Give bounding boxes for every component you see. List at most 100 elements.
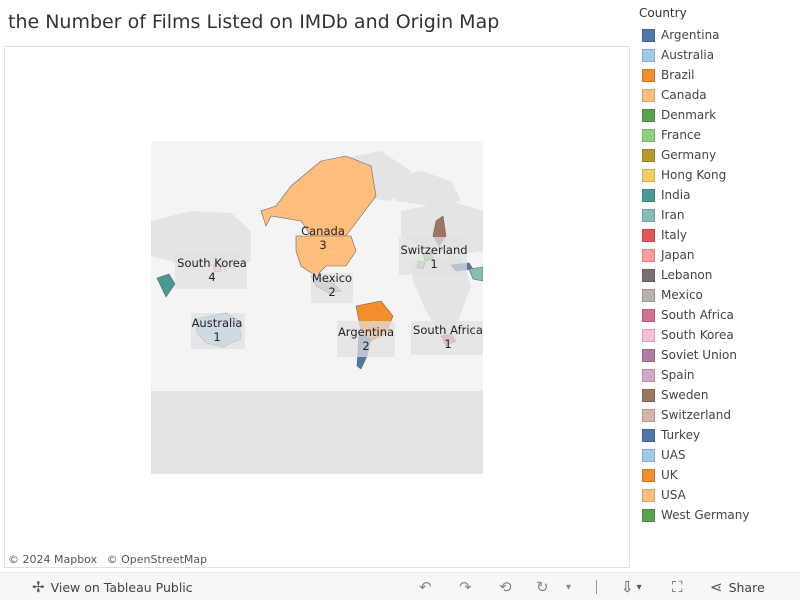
view-on-tableau-public-label: View on Tableau Public [50,579,193,595]
legend-item-label: Japan [661,248,695,262]
legend-item-label: UK [661,468,678,482]
legend-item[interactable]: USA [639,485,799,505]
map-label-canada: Canada 3 [301,224,345,252]
legend-item[interactable]: Argentina [639,25,799,45]
legend-item[interactable]: Soviet Union [639,345,799,365]
page-title: the Number of Films Listed on IMDb and O… [8,11,500,33]
legend-item[interactable]: Sweden [639,385,799,405]
legend-item-label: Germany [661,148,717,162]
legend-item[interactable]: France [639,125,799,145]
legend-item[interactable]: Australia [639,45,799,65]
map-label-name: Mexico [311,271,353,285]
legend-item-label: Spain [661,368,695,382]
map-label-value: 3 [319,238,327,252]
world-map-svg [151,151,483,474]
map-label-name: Canada [301,224,345,238]
legend-item[interactable]: Brazil [639,65,799,85]
revert-button[interactable]: ⟲ [499,573,512,601]
legend-item-label: Italy [661,228,688,242]
tableau-logo-icon: ✢ [32,578,45,596]
legend-title: Country [639,6,687,20]
legend-item[interactable]: UAS [639,445,799,465]
mapbox-attribution-link[interactable]: © 2024 Mapbox [8,553,97,566]
map-label-switzerland: Switzerland 1 [399,243,469,271]
legend-item-label: France [661,128,701,142]
legend-item-label: Lebanon [661,268,713,282]
legend-item[interactable]: South Korea [639,325,799,345]
legend-item-label: West Germany [661,508,750,522]
map-label-mexico: Mexico 2 [310,271,354,299]
download-button[interactable]: ⇩ ▾ [621,573,642,601]
legend-item[interactable]: India [639,185,799,205]
toolbar-divider [596,580,597,594]
legend-item-label: Australia [661,48,715,62]
legend-swatch [642,408,655,422]
legend-item[interactable]: West Germany [639,505,799,525]
legend-swatch [642,68,655,82]
map-view[interactable] [151,141,483,474]
legend-swatch [642,48,655,62]
legend-item-label: Denmark [661,108,717,122]
tableau-toolbar: ✢ View on Tableau Public ↶ ↷ ⟲ ↻ ▾ ⇩ ▾ ⛶… [0,572,800,600]
legend-swatch [642,288,655,302]
india-shape[interactable] [156,273,176,298]
legend-swatch [642,508,655,522]
legend-item[interactable]: Spain [639,365,799,385]
legend-item[interactable]: Switzerland [639,405,799,425]
legend-item-label: Hong Kong [661,168,727,182]
antarctica-shape [151,391,483,474]
country-legend: Country Argentina Australia Brazil Canada De… [639,6,799,525]
legend-item-label: UAS [661,448,686,462]
map-label-value: 2 [362,339,370,353]
legend-item-label: Mexico [661,288,703,302]
legend-item[interactable]: Canada [639,85,799,105]
legend-swatch [642,208,655,222]
redo-icon: ↷ [459,578,472,596]
legend-swatch [642,228,655,242]
view-on-tableau-public-link[interactable]: ✢ View on Tableau Public [32,573,193,601]
refresh-dropdown-button[interactable]: ▾ [566,573,571,601]
legend-swatch [642,388,655,402]
legend-item[interactable]: UK [639,465,799,485]
legend-swatch [642,448,655,462]
undo-icon: ↶ [419,578,432,596]
legend-swatch [642,108,655,122]
map-label-value: 1 [213,330,221,344]
caret-down-icon: ▾ [636,581,642,593]
map-label-value: 1 [444,337,452,351]
share-icon: ⋖ [710,578,723,596]
map-label-value: 4 [208,270,216,284]
map-label-name: South Africa [413,323,483,337]
legend-swatch [642,188,655,202]
legend-item-label: Brazil [661,68,695,82]
legend-item[interactable]: Iran [639,205,799,225]
map-label-south-africa: South Africa 1 [412,323,484,351]
refresh-button[interactable]: ↻ [536,573,549,601]
osm-attribution-link[interactable]: © OpenStreetMap [107,553,208,566]
legend-item[interactable]: Mexico [639,285,799,305]
legend-item[interactable]: Turkey [639,425,799,445]
fullscreen-button[interactable]: ⛶ [672,573,683,601]
legend-item[interactable]: South Africa [639,305,799,325]
legend-swatch [642,268,655,282]
map-label-name: Switzerland [400,243,468,257]
caret-down-icon: ▾ [566,581,572,593]
map-label-name: Australia [191,316,243,330]
legend-item-label: Iran [661,208,685,222]
legend-item-label: Argentina [661,28,720,42]
legend-item[interactable]: Japan [639,245,799,265]
share-button[interactable]: ⋖ Share [710,573,765,601]
redo-button[interactable]: ↷ [459,573,472,601]
map-attribution: © 2024 Mapbox © OpenStreetMap [8,553,213,566]
revert-icon: ⟲ [499,578,512,596]
legend-item[interactable]: Germany [639,145,799,165]
legend-item[interactable]: Hong Kong [639,165,799,185]
legend-item[interactable]: Italy [639,225,799,245]
legend-item[interactable]: Denmark [639,105,799,125]
legend-item[interactable]: Lebanon [639,265,799,285]
iran-shape[interactable] [468,266,483,282]
map-label-argentina: Argentina 2 [336,325,396,353]
refresh-icon: ↻ [536,578,549,596]
legend-item-label: South Africa [661,308,734,322]
undo-button[interactable]: ↶ [419,573,432,601]
